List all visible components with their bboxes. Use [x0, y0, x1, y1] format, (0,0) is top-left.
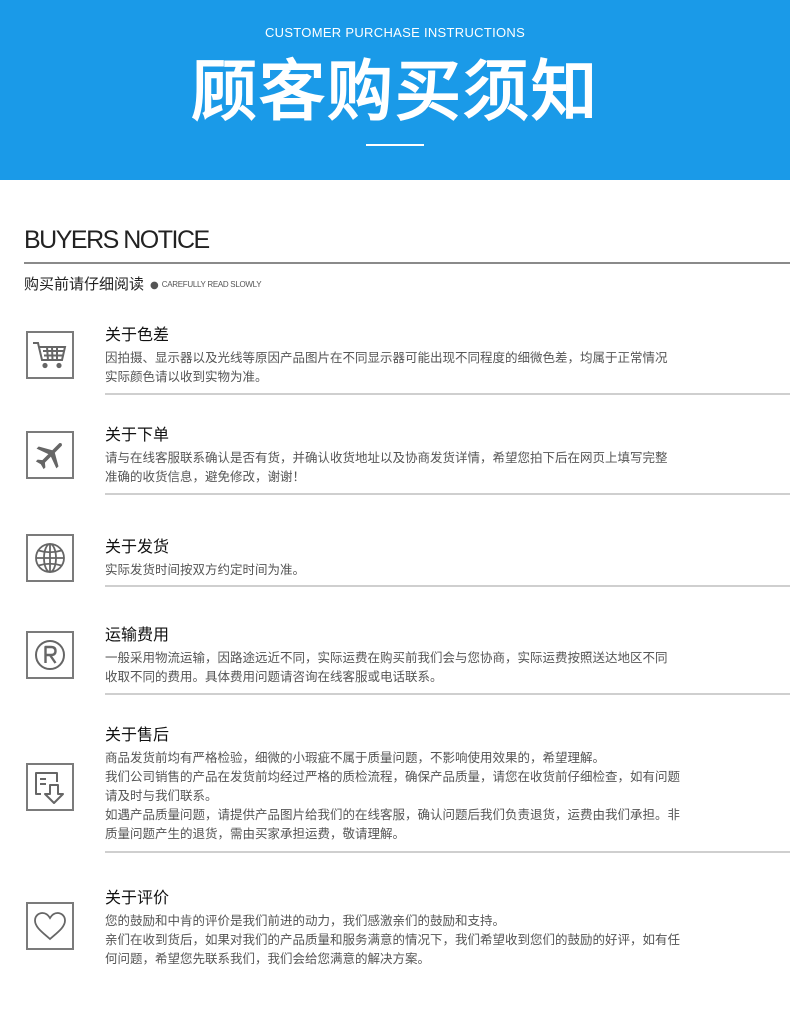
- section-title: 关于下单: [105, 425, 170, 444]
- section-divider: [105, 493, 790, 495]
- section-line: 如遇产品质量问题，请提供产品图片给我们的在线客服，确认问题后我们负责退货，运费由…: [105, 807, 681, 822]
- subtitle-en: CAREFULLY READ SLOWLY: [161, 280, 262, 289]
- subtitle-dot: ●: [150, 280, 159, 291]
- section-line: 何问题，希望您先联系我们，我们会给您满意的解决方案。: [105, 951, 431, 966]
- section-icon-box: [26, 431, 74, 479]
- section-body: 因拍摄、显示器以及光线等原因产品图片在不同显示器可能出现不同程度的细微色差，均属…: [105, 348, 765, 386]
- section-divider: [105, 851, 790, 853]
- section-line: 商品发货前均有严格检验，细微的小瑕疵不属于质量问题，不影响使用效果的，希望理解。: [105, 750, 606, 765]
- section-line: 一般采用物流运输，因路途远近不同，实际运费在购买前我们会与您协商，实际运费按照送…: [105, 650, 668, 665]
- section-icon-box: [26, 534, 74, 582]
- section-icon-box: [26, 631, 74, 679]
- header-banner: CUSTOMER PURCHASE INSTRUCTIONS 顾客购买须知: [0, 0, 790, 180]
- section-body: 实际发货时间按双方约定时间为准。: [105, 560, 765, 579]
- section-line: 亲们在收到货后，如果对我们的产品质量和服务满意的情况下，我们希望收到您们的鼓励的…: [105, 932, 681, 947]
- notice-title: BUYERS NOTICE: [24, 226, 210, 254]
- section-body: 您的鼓励和中肯的评价是我们前进的动力，我们感激亲们的鼓励和支持。 亲们在收到货后…: [105, 911, 765, 968]
- section-icon-box: [26, 763, 74, 811]
- section-divider: [105, 585, 790, 587]
- section-line: 准确的收货信息，避免修改，谢谢！: [105, 469, 306, 484]
- section-line: 因拍摄、显示器以及光线等原因产品图片在不同显示器可能出现不同程度的细微色差，均属…: [105, 350, 668, 365]
- section-body: 商品发货前均有严格检验，细微的小瑕疵不属于质量问题，不影响使用效果的，希望理解。…: [105, 748, 765, 843]
- section-title: 关于售后: [105, 725, 170, 744]
- notice-divider: [24, 262, 790, 264]
- return-download-icon: [35, 772, 64, 804]
- section-line: 请及时与我们联系。: [105, 788, 218, 803]
- section-line: 您的鼓励和中肯的评价是我们前进的动力，我们感激亲们的鼓励和支持。: [105, 913, 506, 928]
- globe-icon: [35, 543, 65, 573]
- section-title: 关于评价: [105, 888, 170, 907]
- subtitle-cn: 购买前请仔细阅读: [24, 275, 145, 293]
- section-title: 运输费用: [105, 625, 170, 644]
- section-line: 实际发货时间按双方约定时间为准。: [105, 562, 306, 577]
- registered-icon: [35, 640, 65, 670]
- section-line: 质量问题产生的退货，需由买家承担运费，敬请理解。: [105, 826, 406, 841]
- section-icon-box: [26, 902, 74, 950]
- section-line: 实际颜色请以收到实物为准。: [105, 369, 268, 384]
- section-icon-box: [26, 331, 74, 379]
- notice-subtitle: 购买前请仔细阅读 ● CAREFULLY READ SLOWLY: [24, 273, 262, 294]
- section-title: 关于发货: [105, 537, 170, 556]
- banner-divider: [366, 144, 424, 146]
- section-title: 关于色差: [105, 325, 170, 344]
- shopping-cart-icon: [33, 342, 67, 369]
- heart-icon: [34, 912, 66, 941]
- section-divider: [105, 693, 790, 695]
- airplane-icon: [35, 443, 62, 470]
- banner-title-en: CUSTOMER PURCHASE INSTRUCTIONS: [264, 25, 526, 40]
- section-divider: [105, 393, 790, 395]
- section-line: 请与在线客服联系确认是否有货，并确认收货地址以及协商发货详情，希望您拍下后在网页…: [105, 450, 668, 465]
- section-line: 收取不同的费用。具体费用问题请咨询在线客服或电话联系。: [105, 669, 443, 684]
- section-line: 我们公司销售的产品在发货前均经过严格的质检流程，确保产品质量，请您在收货前仔细检…: [105, 769, 681, 784]
- section-body: 请与在线客服联系确认是否有货，并确认收货地址以及协商发货详情，希望您拍下后在网页…: [105, 448, 765, 486]
- banner-title-cn: 顾客购买须知: [191, 53, 599, 130]
- section-body: 一般采用物流运输，因路途远近不同，实际运费在购买前我们会与您协商，实际运费按照送…: [105, 648, 765, 686]
